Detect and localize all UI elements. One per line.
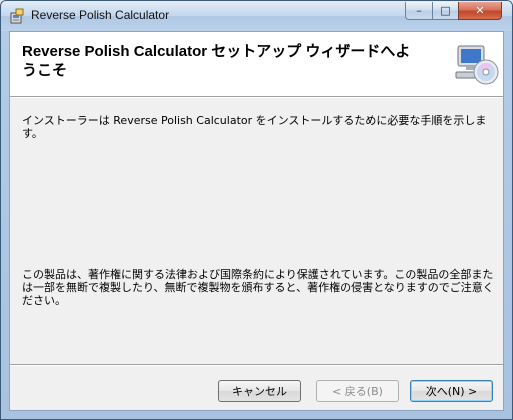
banner-title: Reverse Polish Calculator セットアップ ウィザードへよ… — [22, 43, 411, 79]
setup-app-icon — [10, 8, 24, 24]
computer-cd-icon — [455, 45, 499, 85]
maximize-button[interactable]: □ — [432, 2, 459, 20]
close-icon: ✕ — [475, 4, 485, 17]
title-bar[interactable]: Reverse Polish Calculator – □ ✕ — [1, 1, 512, 31]
intro-text: インストーラーは Reverse Polish Calculator をインスト… — [22, 114, 487, 140]
footer-divider-highlight — [10, 365, 503, 366]
back-button[interactable]: < 戻る(B) — [316, 380, 399, 402]
wizard-banner: Reverse Polish Calculator セットアップ ウィザードへよ… — [10, 32, 503, 96]
next-button[interactable]: 次へ(N) > — [410, 380, 493, 402]
wizard-client-area: Reverse Polish Calculator セットアップ ウィザードへよ… — [9, 31, 504, 411]
setup-window: Reverse Polish Calculator – □ ✕ Reverse … — [0, 0, 513, 420]
copyright-warning: この製品は、著作権に関する法律および国際条約により保護されています。この製品の全… — [22, 268, 494, 307]
window-title: Reverse Polish Calculator — [31, 8, 170, 22]
cancel-button[interactable]: キャンセル — [218, 380, 301, 402]
maximize-icon: □ — [440, 4, 451, 17]
close-button[interactable]: ✕ — [458, 2, 502, 20]
minimize-icon: – — [416, 4, 422, 17]
minimize-button[interactable]: – — [405, 2, 433, 20]
banner-divider-highlight — [10, 97, 503, 98]
